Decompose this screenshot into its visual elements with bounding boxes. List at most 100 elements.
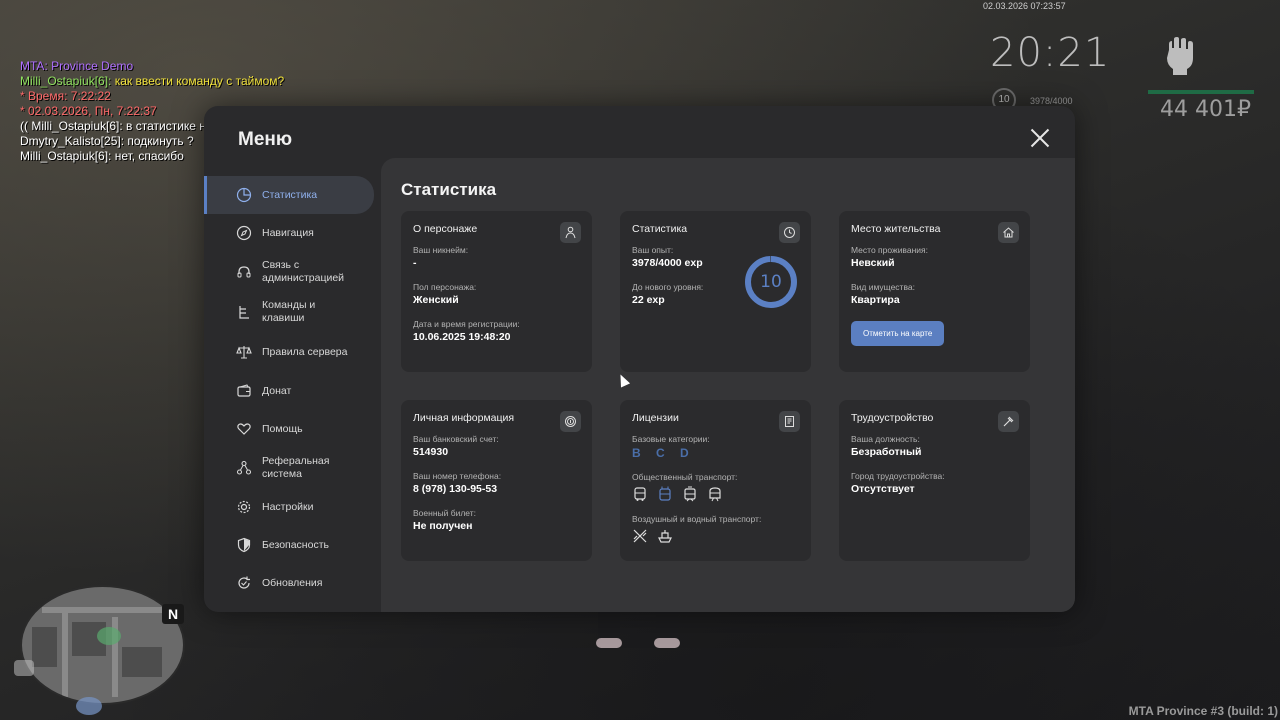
card-title: Статистика <box>632 223 688 235</box>
card-title: Лицензии <box>632 412 679 424</box>
map-shop-icon <box>76 697 102 715</box>
military-id-value: Не получен <box>413 520 473 532</box>
card-personal: Личная информация Ваш банковский счет: 5… <box>401 400 592 561</box>
registration-label: Дата и время регистрации: <box>413 319 520 329</box>
air-water-transport-label: Воздушный и водный транспорт: <box>632 514 762 524</box>
property-type-label: Вид имущества: <box>851 282 915 292</box>
sidebar-item-label: Безопасность <box>262 538 329 551</box>
metro-icon <box>709 487 721 502</box>
build-label: MTA Province #3 (build: 1) <box>1128 704 1278 718</box>
chat-line: Milli_Ostapiuk[6]: как ввести команду с … <box>20 74 373 89</box>
sidebar-item-label: Навигация <box>262 226 314 239</box>
chat-text: * 02.03.2026, Пн, 7:22:37 <box>20 104 157 118</box>
clock-icon[interactable] <box>779 222 800 243</box>
commands-icon <box>239 306 249 319</box>
menu-sidebar: Статистика Навигация Связь с администрацие… <box>204 176 380 602</box>
residence-place-value: Невский <box>851 257 895 269</box>
gender-value: Женский <box>413 294 459 306</box>
public-transport-label: Общественный транспорт: <box>632 472 738 482</box>
residence-place-label: Место проживания: <box>851 245 928 255</box>
close-icon[interactable] <box>1030 128 1050 148</box>
employment-city-value: Отсутствует <box>851 483 915 495</box>
sidebar-item-label: Донат <box>262 384 292 397</box>
license-icon[interactable] <box>779 411 800 432</box>
statistics-panel: Статистика О персонаже Ваш никнейм: - По… <box>381 158 1075 612</box>
chat-text: * Время: 7:22:22 <box>20 89 111 103</box>
phone-value: 8 (978) 130-95-53 <box>413 483 498 495</box>
base-categories-label: Базовые категории: <box>632 434 710 444</box>
chat-line: * Время: 7:22:22 <box>20 89 373 104</box>
chat-text: Dmytry_Kalisto[25]: подкинуть ? <box>20 134 194 148</box>
sidebar-item-admin-contact[interactable]: Связь с администрацией <box>204 252 380 292</box>
sidebar-item-security[interactable]: Безопасность <box>204 526 380 564</box>
sidebar-item-updates[interactable]: Обновления <box>204 564 380 602</box>
card-character: О персонаже Ваш никнейм: - Пол персонажа… <box>401 211 592 372</box>
sidebar-item-help[interactable]: Помощь <box>204 410 380 448</box>
chat-line: MTA: Province Demo <box>20 59 373 74</box>
card-title: Место жительства <box>851 223 941 235</box>
base-categories-value: B C D <box>632 446 695 460</box>
menu-window: Меню Статистика Навигация Связь с админист… <box>204 106 1075 612</box>
player-legs <box>592 606 684 650</box>
position-label: Ваша должность: <box>851 434 920 444</box>
sidebar-item-donate[interactable]: Донат <box>204 372 380 410</box>
chat-text: Milli_Ostapiuk[6]: нет, спасибо <box>20 149 184 163</box>
level-value: 10 <box>760 272 782 292</box>
property-type-value: Квартира <box>851 294 900 306</box>
public-transport-icons <box>632 486 799 502</box>
card-stats: Статистика Ваш опыт: 3978/4000 exp До но… <box>620 211 811 372</box>
card-title: О персонаже <box>413 223 478 235</box>
gear-icon <box>237 500 251 514</box>
sidebar-item-label: Реферальная система <box>262 455 330 480</box>
person-icon[interactable] <box>560 222 581 243</box>
card-title: Трудоустройство <box>851 412 934 424</box>
mark-on-map-button[interactable]: Отметить на карте <box>851 321 945 346</box>
wallet-icon <box>237 384 251 397</box>
exp-label: Ваш опыт: <box>632 245 674 255</box>
hud-health-bar <box>1148 90 1254 94</box>
house-icon[interactable] <box>998 222 1019 243</box>
map-building-icon <box>14 660 34 676</box>
sidebar-item-label: Команды и клавиши <box>262 299 316 324</box>
sidebar-item-statistics[interactable]: Статистика <box>204 176 374 214</box>
shield-icon <box>237 537 251 553</box>
card-residence: Место жительства Место проживания: Невск… <box>839 211 1030 372</box>
sidebar-item-label: Настройки <box>262 500 314 513</box>
menu-title: Меню <box>238 129 293 150</box>
scales-icon <box>236 346 252 359</box>
sidebar-item-referral[interactable]: Реферальная система <box>204 448 380 488</box>
plane-icon <box>633 529 647 543</box>
card-licenses: Лицензии Базовые категории: B C D Общест… <box>620 400 811 561</box>
sidebar-item-label: Обновления <box>262 576 323 589</box>
gender-label: Пол персонажа: <box>413 282 477 292</box>
bus-icon <box>634 487 646 501</box>
sidebar-item-label: Связь с администрацией <box>262 259 345 284</box>
minimap <box>20 585 185 705</box>
hud-exp: 3978/4000 <box>1030 96 1073 106</box>
north-indicator: N <box>162 604 184 624</box>
sidebar-item-commands[interactable]: Команды и клавиши <box>204 292 380 332</box>
nickname-value: - <box>413 257 417 269</box>
tram-icon <box>684 486 696 502</box>
heart-hand-icon <box>237 423 251 435</box>
bank-account-value: 514930 <box>413 446 449 458</box>
sidebar-item-navigation[interactable]: Навигация <box>204 214 380 252</box>
phone-label: Ваш номер телефона: <box>413 471 502 481</box>
registration-value: 10.06.2025 19:48:20 <box>413 331 511 343</box>
air-water-transport-icons <box>632 528 799 544</box>
refresh-icon <box>238 576 250 589</box>
hud-datetime: 02.03.2026 07:23:57 <box>983 1 1066 11</box>
sidebar-item-settings[interactable]: Настройки <box>204 488 380 526</box>
pie-chart-icon <box>236 187 252 203</box>
compass-icon <box>236 225 252 241</box>
chat-text: как ввести команду с таймом? <box>114 74 285 88</box>
sidebar-item-label: Правила сервера <box>262 345 348 358</box>
military-id-label: Военный билет: <box>413 508 477 518</box>
headset-icon <box>237 266 251 278</box>
hud-money: 44 401₽ <box>1160 97 1251 122</box>
position-value: Безработный <box>851 446 922 458</box>
hammer-icon[interactable] <box>998 411 1019 432</box>
fingerprint-icon[interactable] <box>560 411 581 432</box>
chat-text: Milli_Ostapiuk[6]: <box>20 74 115 88</box>
sidebar-item-rules[interactable]: Правила сервера <box>204 332 380 372</box>
